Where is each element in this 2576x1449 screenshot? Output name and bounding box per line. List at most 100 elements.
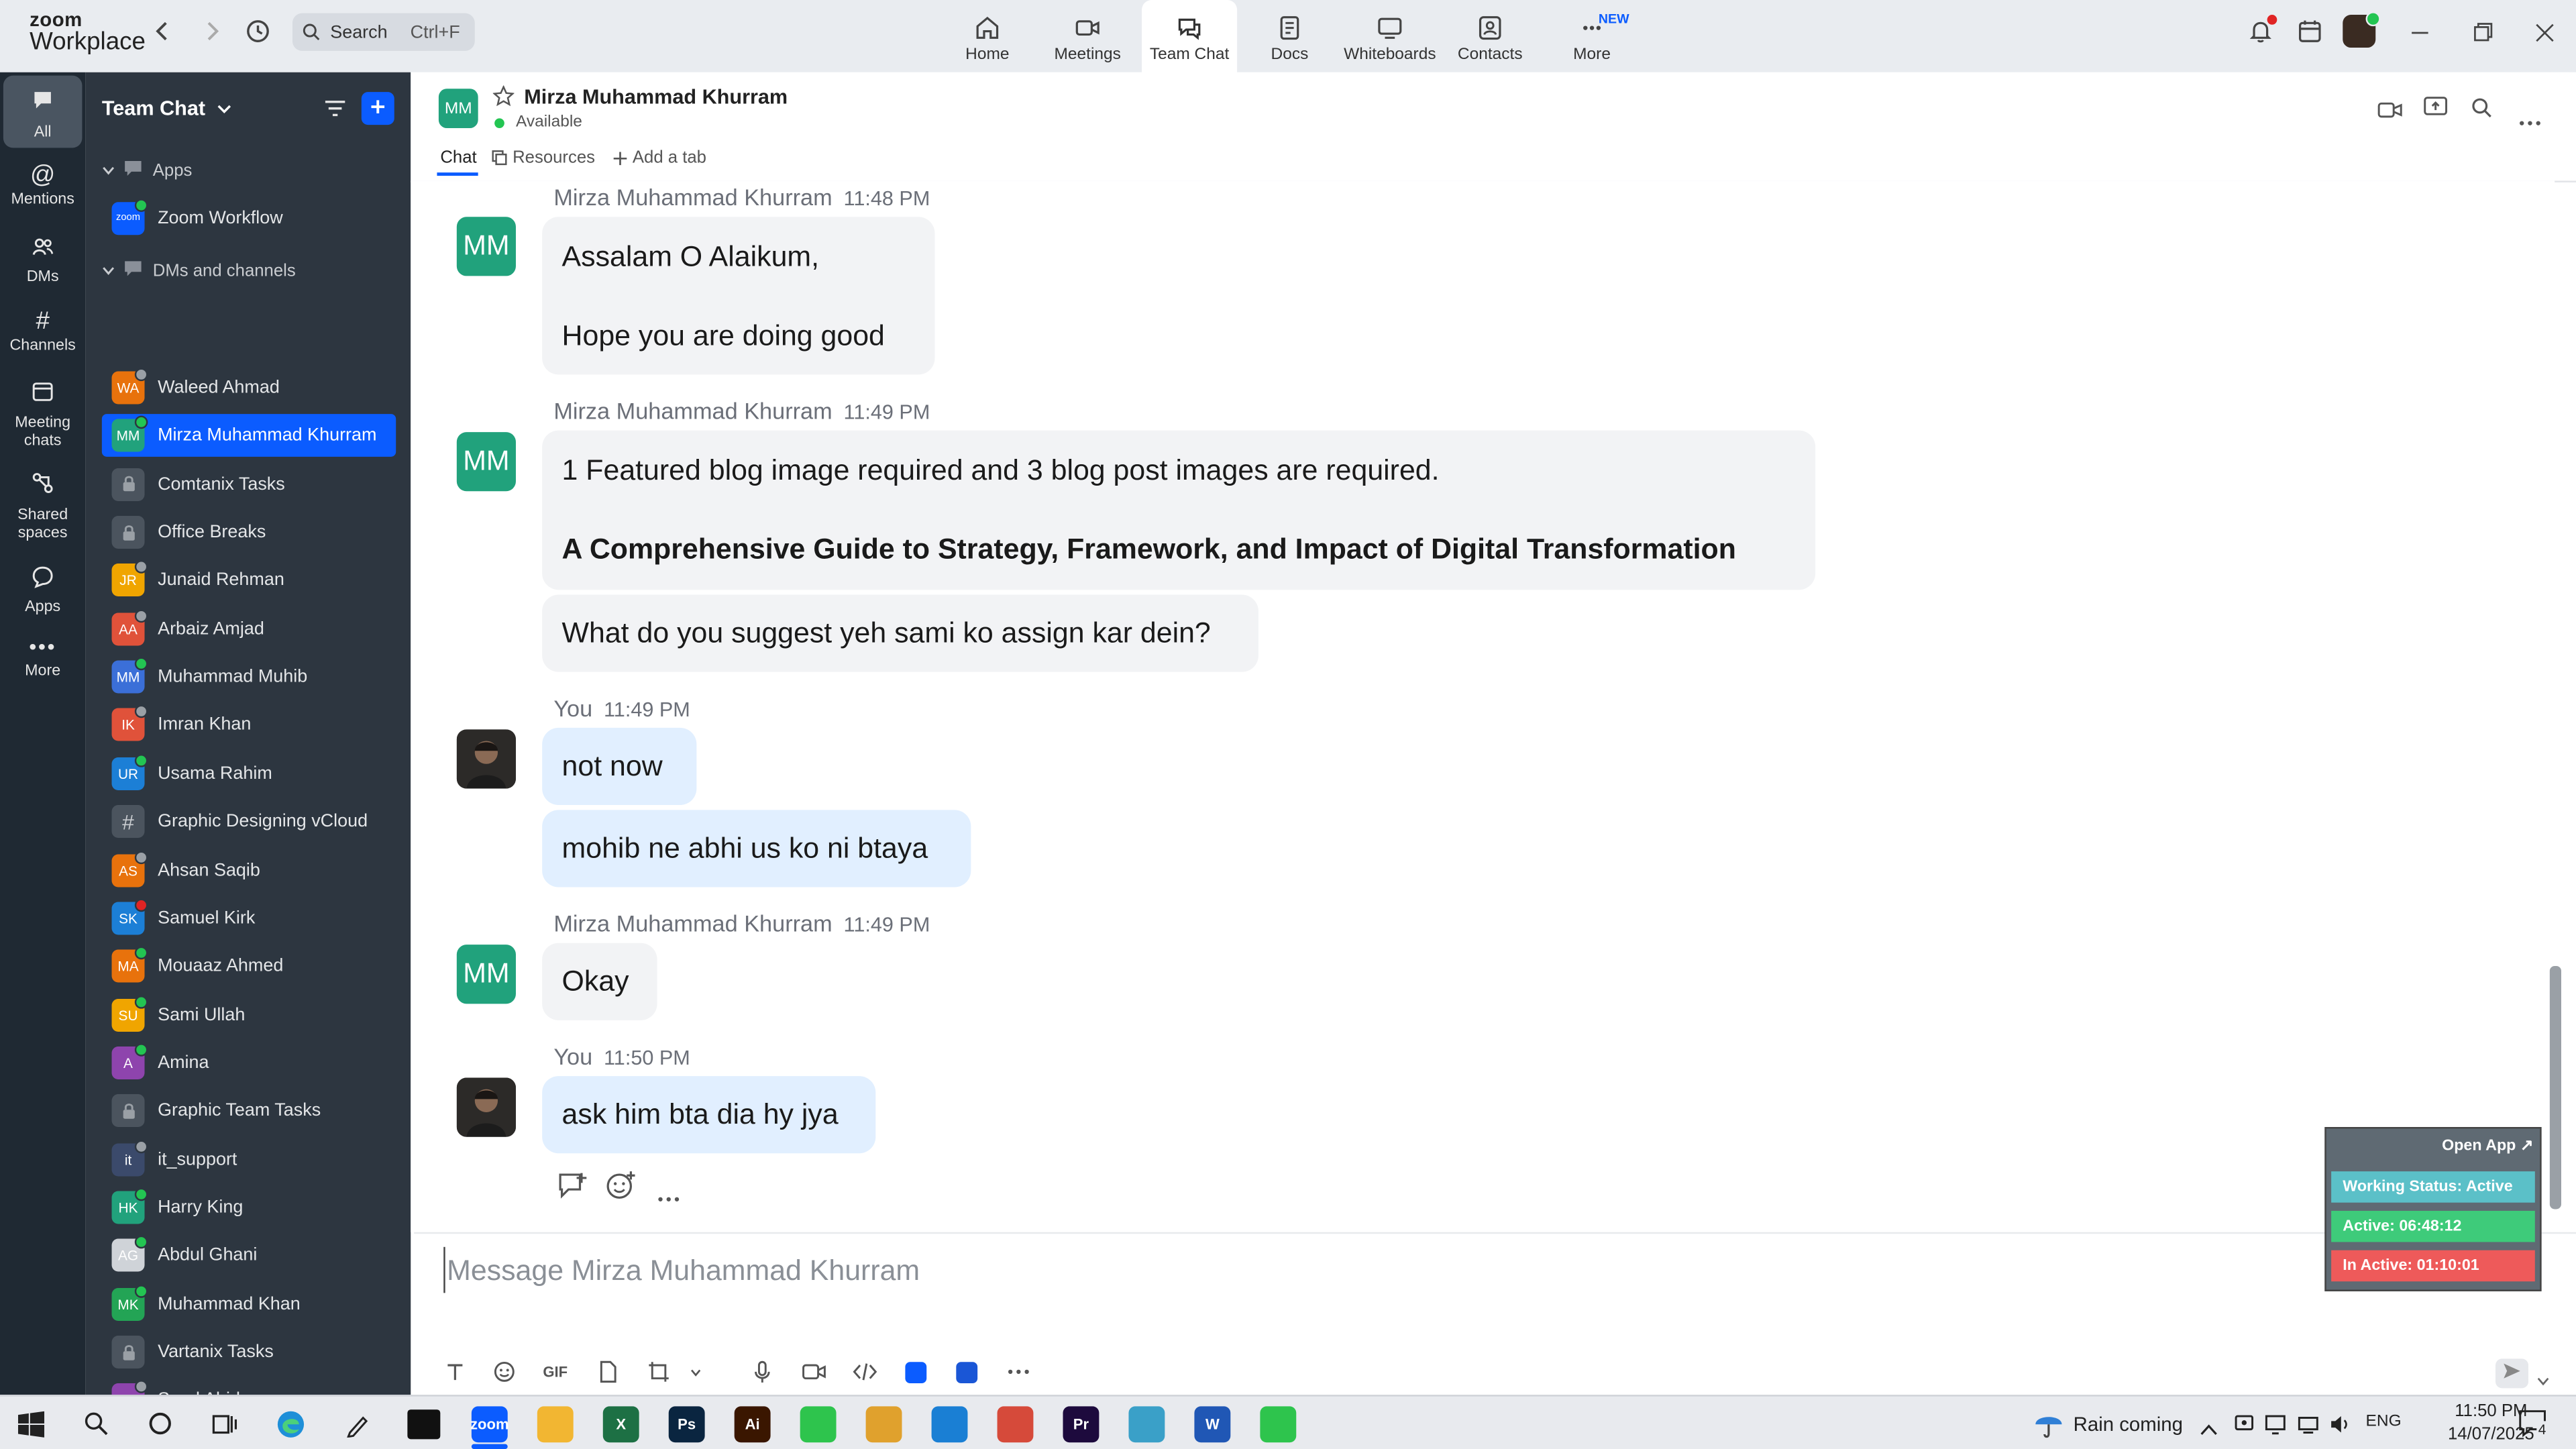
tray-volume-icon[interactable] <box>2328 1413 2351 1444</box>
star-icon[interactable] <box>492 85 515 115</box>
add-tab-button[interactable]: Add a tab <box>612 148 706 168</box>
contact-name[interactable]: Mirza Muhammad Khurram <box>524 85 788 108</box>
sidebar-item[interactable]: MA Mouaaz Ahmed <box>102 945 396 988</box>
tab-meetings[interactable]: Meetings <box>1038 0 1137 72</box>
tray-webcam-icon[interactable] <box>2233 1413 2255 1444</box>
search-input[interactable]: Search Ctrl+F <box>292 13 475 51</box>
forward-icon[interactable] <box>197 16 227 46</box>
section-dms-header[interactable]: DMs and channels <box>102 260 296 282</box>
sidebar-item-zoom-workflow[interactable]: zoom Zoom Workflow <box>102 197 396 240</box>
history-icon[interactable] <box>243 16 272 46</box>
explorer-taskbar-icon[interactable] <box>537 1406 574 1443</box>
message-input[interactable]: Message Mirza Muhammad Khurram <box>443 1246 2254 1293</box>
sidebar-item[interactable]: SU Sami Ullah <box>102 994 396 1036</box>
sidebar-item[interactable]: AG Abdul Ghani <box>102 1234 396 1277</box>
gif-icon[interactable]: GIF <box>529 1364 582 1380</box>
sidebar-item[interactable]: JR Junaid Rehman <box>102 559 396 602</box>
screenshot-icon[interactable] <box>634 1360 683 1383</box>
tab-resources[interactable]: Resources <box>491 148 595 168</box>
search-chat-icon[interactable] <box>2471 97 2492 126</box>
my-avatar[interactable] <box>456 729 516 789</box>
open-app-link[interactable]: Open App ↗ <box>2442 1137 2533 1155</box>
rail-item-shared-spaces[interactable]: Shared spaces <box>3 467 83 549</box>
sidebar-item[interactable]: Office Breaks <box>102 511 396 554</box>
rail-item-mentions[interactable]: @ Mentions <box>3 154 83 223</box>
video-call-icon[interactable] <box>2377 99 2404 128</box>
sidebar-item[interactable]: AS Ahsan Saqib <box>102 849 396 892</box>
illustrator-taskbar-icon[interactable]: Ai <box>734 1406 771 1443</box>
new-chat-button[interactable] <box>361 92 394 125</box>
notifications-bell-icon[interactable] <box>2247 15 2277 52</box>
more-options-icon[interactable] <box>2518 105 2541 135</box>
edge-icon[interactable] <box>276 1409 305 1447</box>
chevron-up-icon[interactable] <box>2200 1415 2218 1444</box>
tab-chat[interactable]: Chat <box>437 148 478 176</box>
sidebar-item[interactable]: Vartanix Tasks <box>102 1331 396 1374</box>
emoji-icon[interactable] <box>480 1360 529 1383</box>
sidebar-item[interactable]: WA Waleed Ahmad <box>102 366 396 409</box>
rail-item-more[interactable]: ••• More <box>3 631 83 700</box>
code-icon[interactable] <box>838 1362 890 1381</box>
zoom-app-icon-2[interactable] <box>941 1360 992 1383</box>
sidebar-item[interactable]: # Graphic Designing vCloud <box>102 800 396 843</box>
sidebar-item[interactable]: MM Mirza Muhammad Khurram <box>101 414 396 458</box>
sidebar-item[interactable]: HK Harry King <box>102 1186 396 1229</box>
text-format-icon[interactable] <box>431 1362 480 1381</box>
chevron-down-icon[interactable] <box>684 1368 706 1376</box>
app-green2-taskbar-icon[interactable] <box>1260 1406 1297 1443</box>
sidebar-item[interactable]: MM Muhammad Muhib <box>102 655 396 698</box>
chrome-taskbar-icon[interactable] <box>865 1406 902 1443</box>
send-button[interactable] <box>2496 1358 2529 1389</box>
sender-avatar[interactable]: MM <box>456 217 516 276</box>
add-reaction-icon[interactable] <box>604 1170 637 1210</box>
pen-icon[interactable] <box>345 1411 371 1446</box>
windows-start-icon[interactable] <box>17 1411 45 1446</box>
premiere-taskbar-icon[interactable]: Pr <box>1063 1406 1099 1443</box>
restore-icon[interactable] <box>2471 21 2493 53</box>
section-apps-header[interactable]: Apps <box>102 160 192 182</box>
message-bubble[interactable]: mohib ne abhi us ko ni btaya <box>542 810 971 888</box>
tray-network-icon[interactable] <box>2297 1413 2320 1444</box>
sender-avatar[interactable]: MM <box>456 945 516 1004</box>
message-bubble[interactable]: What do you suggest yeh sami ko assign k… <box>542 594 1258 672</box>
sidebar-item[interactable]: SK Samuel Kirk <box>102 897 396 940</box>
message-bubble[interactable]: Assalam O Alaikum, Hope you are doing go… <box>542 217 935 375</box>
rail-item-meeting-chats[interactable]: Meeting chats <box>3 374 83 456</box>
tab-whiteboards[interactable]: Whiteboards <box>1340 0 1439 72</box>
message-more-icon[interactable] <box>657 1181 680 1211</box>
my-avatar[interactable] <box>456 1077 516 1137</box>
sidebar-item[interactable]: UR Usama Rahim <box>102 752 396 795</box>
sidebar-item[interactable]: MK Muhammad Khan <box>102 1283 396 1326</box>
tab-docs[interactable]: Docs <box>1240 0 1339 72</box>
sidebar-item[interactable]: AA Arbaiz Amjad <box>102 608 396 651</box>
user-avatar[interactable] <box>2343 11 2381 48</box>
tab-contacts[interactable]: Contacts <box>1441 0 1540 72</box>
tray-display-icon[interactable] <box>2264 1413 2287 1444</box>
sidebar-item[interactable]: Graphic Team Tasks <box>102 1089 396 1132</box>
microphone-icon[interactable] <box>736 1360 788 1383</box>
rail-item-apps[interactable]: Apps <box>3 559 83 628</box>
share-screen-icon[interactable] <box>2423 95 2448 127</box>
rail-item-channels[interactable]: # Channels <box>3 303 83 372</box>
sidebar-title[interactable]: Team Chat <box>102 97 233 120</box>
sidebar-item[interactable]: IK Imran Khan <box>102 704 396 747</box>
vscode-taskbar-icon[interactable] <box>931 1406 968 1443</box>
taskbar-search-icon[interactable] <box>84 1411 109 1444</box>
back-icon[interactable] <box>148 16 177 46</box>
tab-home[interactable]: Home <box>938 0 1036 72</box>
minimize-icon[interactable] <box>2408 21 2431 53</box>
filter-icon[interactable] <box>323 97 346 126</box>
sidebar-item[interactable]: A Amina <box>102 1041 396 1084</box>
tab-team-chat[interactable]: Team Chat <box>1142 0 1238 72</box>
close-icon[interactable] <box>2533 21 2556 53</box>
notification-center-icon[interactable]: 4 <box>2518 1409 2548 1446</box>
send-options-icon[interactable] <box>2536 1365 2550 1395</box>
message-bubble[interactable]: not now <box>542 727 697 806</box>
message-bubble[interactable]: ask him bta dia hy jya <box>542 1076 876 1154</box>
message-scrollbar[interactable] <box>2549 966 2561 1210</box>
rail-item-dms[interactable]: DMs <box>3 228 83 297</box>
calendar-icon[interactable] <box>2297 18 2323 52</box>
tab-more[interactable]: NEW More <box>1543 0 1642 72</box>
task-view-icon[interactable] <box>212 1411 238 1444</box>
reply-thread-icon[interactable] <box>557 1171 590 1209</box>
